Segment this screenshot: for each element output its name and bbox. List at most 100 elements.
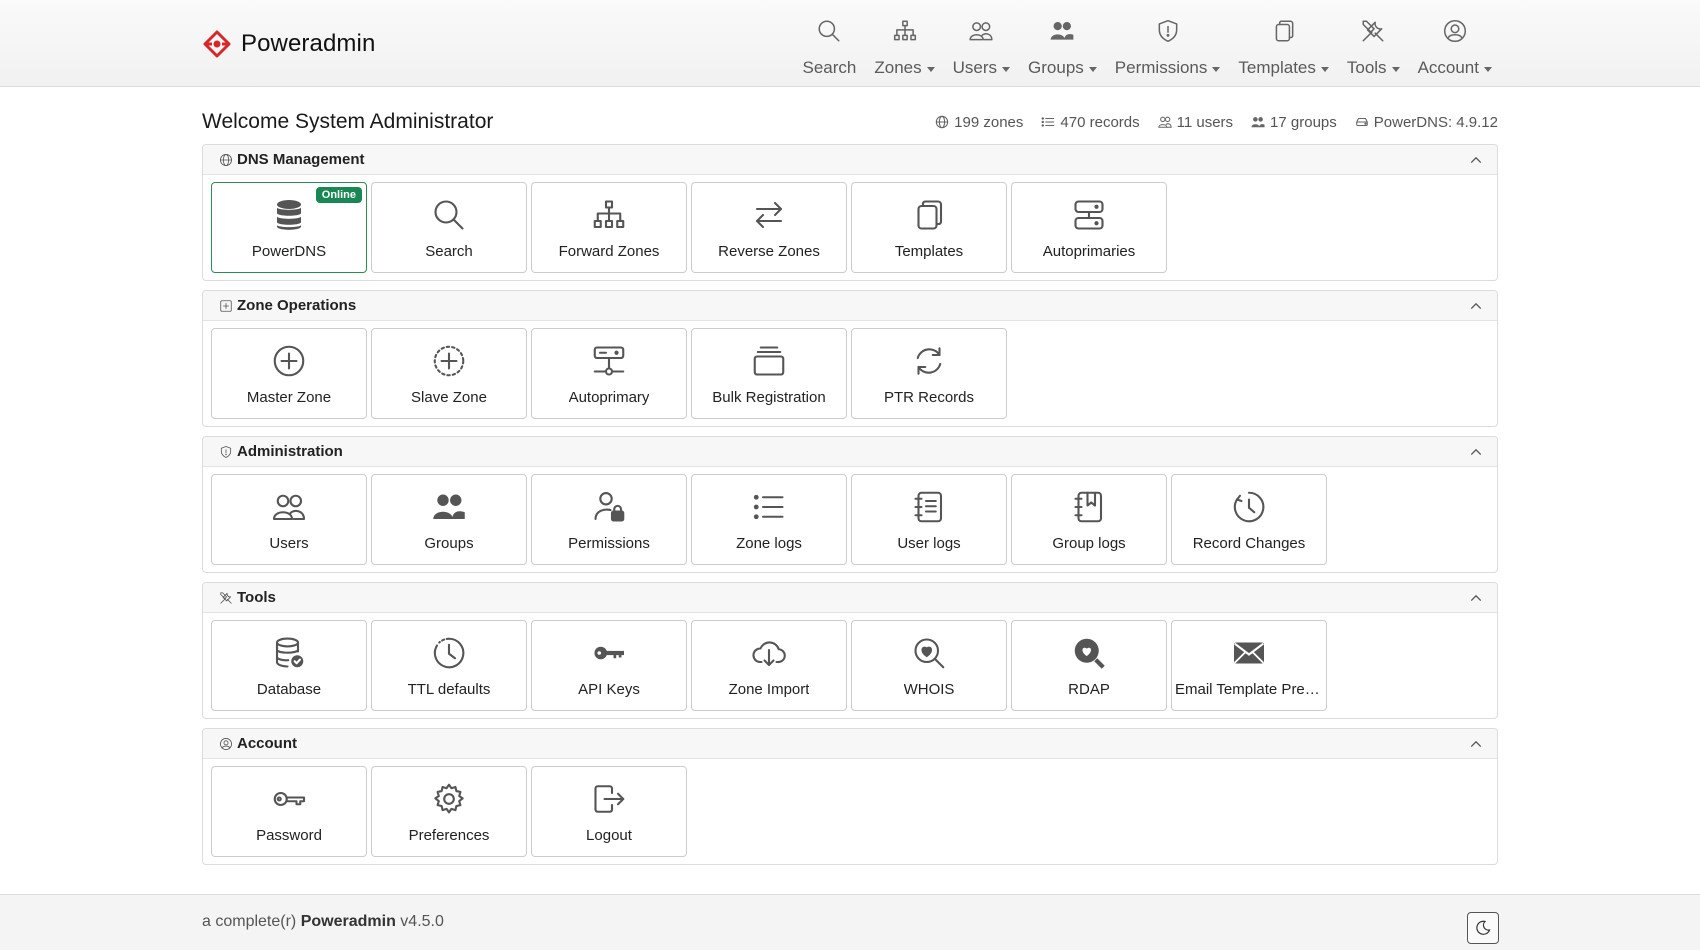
moon-icon (1475, 920, 1491, 936)
brand-link[interactable]: Poweradmin (202, 27, 375, 61)
tools-icon (1360, 18, 1386, 44)
tile-permissions[interactable]: Permissions (531, 474, 687, 565)
tile-bulk-registration[interactable]: Bulk Registration (691, 328, 847, 419)
account-icon (219, 737, 233, 751)
section-header-dns-management[interactable]: DNS Management (203, 145, 1497, 175)
status-badge: Online (315, 187, 362, 203)
theme-toggle-button[interactable] (1467, 912, 1499, 944)
tile-grid: Database TTL defaults API Keys Zone Impo… (203, 613, 1497, 718)
tile-label: Bulk Registration (712, 389, 826, 406)
section-account: Account Password Preferences Logout (202, 728, 1498, 865)
tile-autoprimary[interactable]: Autoprimary (531, 328, 687, 419)
tile-label: Slave Zone (411, 389, 487, 406)
caret-down-icon (1002, 66, 1011, 72)
tile-database[interactable]: Database (211, 620, 367, 711)
logout-icon (591, 781, 627, 817)
tile-whois[interactable]: WHOIS (851, 620, 1007, 711)
users-icon (271, 489, 307, 525)
chevron-up-icon[interactable] (1469, 737, 1483, 751)
tile-forward-zones[interactable]: Forward Zones (531, 182, 687, 273)
key-icon (271, 781, 307, 817)
tile-templates[interactable]: Templates (851, 182, 1007, 273)
tile-grid: Online PowerDNS Search Forward Zones Rev… (203, 175, 1497, 280)
tile-label: RDAP (1068, 681, 1110, 698)
tile-api-keys[interactable]: API Keys (531, 620, 687, 711)
tile-powerdns[interactable]: Online PowerDNS (211, 182, 367, 273)
nav-account[interactable]: Account (1410, 0, 1500, 87)
nav-search[interactable]: Search (795, 0, 865, 87)
collection-icon (751, 343, 787, 379)
tile-record-changes[interactable]: Record Changes (1171, 474, 1327, 565)
templates-icon (911, 197, 947, 233)
tile-label: PowerDNS (251, 243, 327, 260)
main-nav: Search Zones Users Groups Permissions Te… (795, 0, 1500, 87)
chevron-up-icon[interactable] (1469, 153, 1483, 167)
tile-groups[interactable]: Groups (371, 474, 527, 565)
envelope-icon (1231, 635, 1267, 671)
tile-slave-zone[interactable]: Slave Zone (371, 328, 527, 419)
clock-icon (431, 635, 467, 671)
templates-icon (1271, 18, 1297, 44)
clock-history-icon (1231, 489, 1267, 525)
tile-user-logs[interactable]: User logs (851, 474, 1007, 565)
caret-down-icon (926, 66, 935, 72)
nav-permissions[interactable]: Permissions (1107, 0, 1229, 87)
nav-groups[interactable]: Groups (1020, 0, 1105, 87)
nav-label: Zones (874, 58, 922, 77)
stat-zones: 199 zones (935, 114, 1023, 131)
section-header-zone-operations[interactable]: Zone Operations (203, 291, 1497, 321)
tile-label: Autoprimary (568, 389, 650, 406)
tile-zone-logs[interactable]: Zone logs (691, 474, 847, 565)
nav-templates[interactable]: Templates (1230, 0, 1336, 87)
tile-zone-import[interactable]: Zone Import (691, 620, 847, 711)
tile-reverse-zones[interactable]: Reverse Zones (691, 182, 847, 273)
tile-ttl-defaults[interactable]: TTL defaults (371, 620, 527, 711)
tile-grid: Master Zone Slave Zone Autoprimary Bulk … (203, 321, 1497, 426)
tile-grid: Password Preferences Logout (203, 759, 1497, 864)
tile-email-template-previ[interactable]: Email Template Previ... (1171, 620, 1327, 711)
search-heart-icon (911, 635, 947, 671)
poweradmin-logo-icon (202, 29, 232, 59)
tile-label: PTR Records (883, 389, 975, 406)
section-tools: Tools Database TTL defaults API Keys Zon (202, 582, 1498, 719)
tile-label: Reverse Zones (718, 243, 820, 260)
nav-zones[interactable]: Zones (866, 0, 942, 87)
chevron-up-icon[interactable] (1469, 299, 1483, 313)
zones-icon (892, 18, 918, 44)
tile-label: User logs (897, 535, 961, 552)
section-dns-management: DNS Management Online PowerDNS Search Fo… (202, 144, 1498, 281)
nav-users[interactable]: Users (945, 0, 1018, 87)
tile-search[interactable]: Search (371, 182, 527, 273)
list-icon (1041, 115, 1055, 129)
search-icon (816, 18, 842, 44)
section-header-tools[interactable]: Tools (203, 583, 1497, 613)
section-administration: Administration Users Groups Permissions (202, 436, 1498, 573)
stat-groups: 17 groups (1251, 114, 1337, 131)
section-header-account[interactable]: Account (203, 729, 1497, 759)
groups-icon (1049, 18, 1075, 44)
brand-name: Poweradmin (241, 30, 376, 57)
chevron-up-icon[interactable] (1469, 445, 1483, 459)
tile-label: Zone logs (736, 535, 802, 552)
caret-down-icon (1484, 66, 1492, 72)
tile-preferences[interactable]: Preferences (371, 766, 527, 857)
tools-icon (219, 591, 233, 605)
tile-label: Email Template Previ... (1175, 681, 1323, 698)
tile-label: Zone Import (728, 681, 810, 698)
section-header-administration[interactable]: Administration (203, 437, 1497, 467)
tile-master-zone[interactable]: Master Zone (211, 328, 367, 419)
tile-logout[interactable]: Logout (531, 766, 687, 857)
shield-icon (1155, 18, 1181, 44)
chevron-up-icon[interactable] (1469, 591, 1483, 605)
tile-rdap[interactable]: RDAP (1011, 620, 1167, 711)
caret-down-icon (1088, 66, 1097, 72)
section-list: DNS Management Online PowerDNS Search Fo… (202, 144, 1498, 865)
tile-ptr-records[interactable]: PTR Records (851, 328, 1007, 419)
section-title: DNS Management (237, 151, 365, 168)
tile-label: Search (425, 243, 473, 260)
tile-group-logs[interactable]: Group logs (1011, 474, 1167, 565)
tile-password[interactable]: Password (211, 766, 367, 857)
tile-autoprimaries[interactable]: Autoprimaries (1011, 182, 1167, 273)
nav-tools[interactable]: Tools (1339, 0, 1408, 87)
tile-users[interactable]: Users (211, 474, 367, 565)
